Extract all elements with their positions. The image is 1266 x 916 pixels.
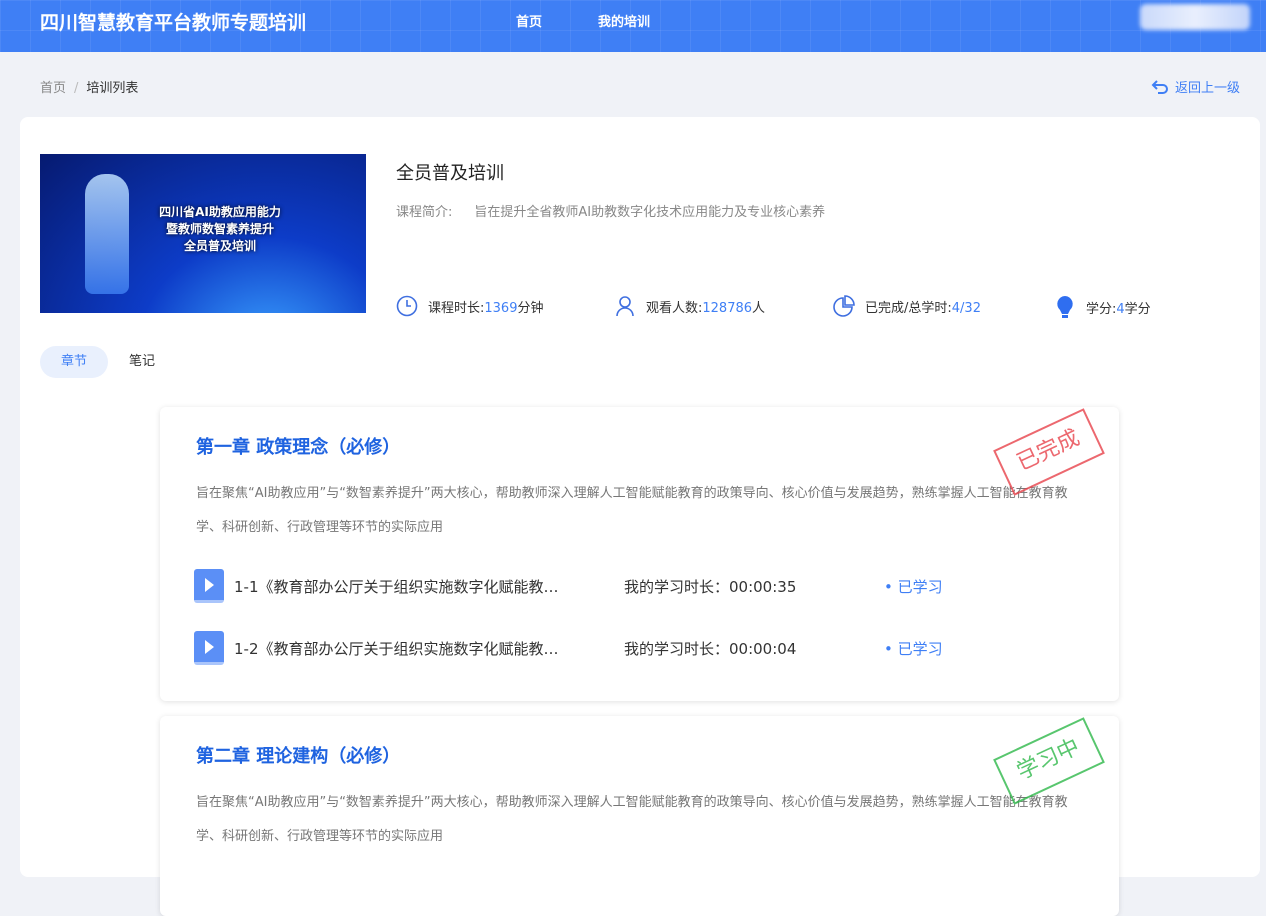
chapter-description: 旨在聚焦“AI助教应用”与“数智素养提升”两大核心，帮助教师深入理解人工智能赋能… [196,486,1068,535]
lesson-item[interactable]: 1-1《教育部办公厅关于组织实施数字化赋能教师发展行动的通知》 我的学习时长：0… [194,569,943,603]
stat-progress: 已完成/总学时:4/32 [833,295,981,317]
pie-chart-icon [833,295,855,317]
stat-credits: 学分:4学分 [1054,295,1151,319]
user-icon [616,296,634,317]
chapter-title[interactable]: 第一章 政策理念（必修） [196,433,400,459]
chapter-description: 旨在聚焦“AI助教应用”与“数智素养提升”两大核心，帮助教师深入理解人工智能赋能… [196,795,1068,844]
chapter-card: 第二章 理论建构（必修） 旨在聚焦“AI助教应用”与“数智素养提升”两大核心，帮… [160,716,1119,916]
lesson-status: • 已学习 [884,577,943,596]
chapter-card: 第一章 政策理念（必修） 旨在聚焦“AI助教应用”与“数智素养提升”两大核心，帮… [160,407,1119,701]
course-title: 全员普及培训 [396,163,504,184]
back-label: 返回上一级 [1174,81,1240,96]
lesson-title[interactable]: 1-2《教育部办公厅关于组织实施数字化赋能教师发展行动的通知》 [234,638,564,659]
course-intro: 课程简介: 旨在提升全省教师AI助教数字化技术应用能力及专业核心素养 [396,201,825,220]
back-button[interactable]: 返回上一级 [1151,77,1240,96]
lightbulb-icon [1057,296,1073,318]
tab-notes[interactable]: 笔记 [108,346,176,378]
lesson-status: • 已学习 [884,639,943,658]
intro-label: 课程简介: [396,205,453,220]
top-header: 四川智慧教育平台教师专题培训 首页 我的培训 [0,0,1266,52]
chapter-title[interactable]: 第二章 理论建构（必修） [196,742,400,768]
breadcrumb-separator: / [74,81,79,96]
nav-home[interactable]: 首页 [516,11,542,30]
banner-line: 暨教师数智素养提升 [165,222,274,236]
breadcrumb: 首页 / 培训列表 [40,77,138,96]
clock-icon [396,295,418,317]
breadcrumb-home[interactable]: 首页 [40,81,66,96]
tab-bar: 章节 笔记 [40,346,176,378]
site-title: 四川智慧教育平台教师专题培训 [40,12,307,34]
study-time: 我的学习时长：00:00:35 [624,577,797,596]
study-time: 我的学习时长：00:00:04 [624,639,797,658]
tab-chapters[interactable]: 章节 [40,346,108,378]
banner-line: 四川省AI助教应用能力 [159,205,281,219]
nav-my-training[interactable]: 我的培训 [598,11,650,30]
lesson-title[interactable]: 1-1《教育部办公厅关于组织实施数字化赋能教师发展行动的通知》 [234,576,564,597]
stat-duration: 课程时长:1369分钟 [396,295,544,317]
video-book-icon [194,631,224,665]
back-arrow-icon [1151,79,1168,94]
user-avatar[interactable] [1140,4,1250,30]
course-banner-image: 四川省AI助教应用能力 暨教师数智素养提升 全员普及培训 [40,154,366,313]
breadcrumb-current: 培训列表 [86,81,139,96]
intro-text: 旨在提升全省教师AI助教数字化技术应用能力及专业核心素养 [474,205,826,220]
robot-illustration [85,174,129,294]
lesson-item[interactable]: 1-2《教育部办公厅关于组织实施数字化赋能教师发展行动的通知》 我的学习时长：0… [194,631,943,665]
banner-line: 全员普及培训 [183,239,256,253]
video-book-icon [194,569,224,603]
course-card: 四川省AI助教应用能力 暨教师数智素养提升 全员普及培训 全员普及培训 课程简介… [20,117,1260,916]
stat-viewers: 观看人数:128786人 [614,295,765,317]
